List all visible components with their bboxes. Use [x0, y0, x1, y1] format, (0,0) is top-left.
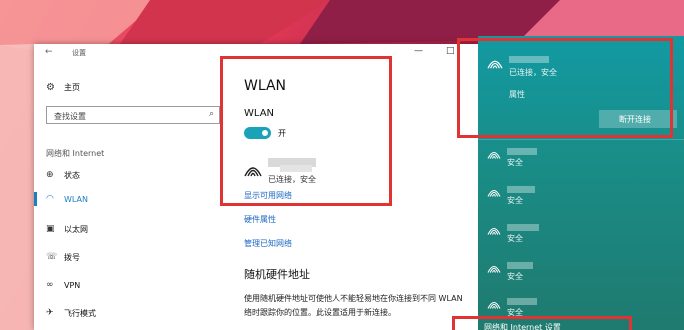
home-nav-item[interactable]: ⚙ 主页 — [46, 80, 80, 94]
sidebar-item-dialup[interactable]: ☏ 拨号 — [34, 246, 220, 268]
network-name-redacted — [507, 148, 537, 155]
manage-known-networks-link[interactable]: 管理已知网络 — [244, 238, 292, 249]
highlight-box-connected — [457, 38, 673, 138]
description-line: 使用随机硬件地址可使他人不能轻易地在你连接到不同 WLAN — [244, 294, 463, 303]
dialup-icon: ☏ — [46, 252, 58, 262]
divider — [478, 139, 684, 140]
wifi-signal-icon — [487, 265, 501, 273]
network-status: 安全 — [507, 272, 523, 281]
maximize-button[interactable]: □ — [446, 46, 455, 56]
back-arrow-icon[interactable]: ← — [45, 47, 53, 57]
sidebar-item-label: 状态 — [64, 170, 80, 180]
wifi-signal-icon — [487, 151, 501, 159]
selection-indicator — [34, 168, 37, 182]
hardware-properties-link[interactable]: 硬件属性 — [244, 214, 276, 225]
random-hw-address-heading: 随机硬件地址 — [244, 268, 310, 281]
sidebar-item-label: 以太网 — [64, 224, 88, 234]
selection-indicator — [34, 192, 37, 206]
network-status: 安全 — [507, 196, 523, 205]
selection-indicator — [34, 250, 37, 264]
section-label: 网络和 Internet — [46, 149, 105, 158]
sidebar-item-wlan[interactable]: ◠ WLAN — [34, 188, 220, 210]
network-name-redacted — [507, 224, 539, 231]
sidebar-item-status[interactable]: ⊕ 状态 — [34, 164, 220, 186]
wifi-signal-icon — [487, 189, 501, 197]
wifi-signal-icon — [487, 227, 501, 235]
description-line: 络时跟踪你的位置。此设置适用于新连接。 — [244, 308, 396, 317]
search-input[interactable]: 查找设置 ⌕ — [46, 106, 220, 124]
window-title: 设置 — [72, 49, 86, 57]
gear-icon: ⚙ — [46, 81, 55, 93]
network-status: 安全 — [507, 234, 523, 243]
sidebar-item-airplane[interactable]: ✈ 飞行模式 — [34, 302, 220, 324]
sidebar-item-label: VPN — [64, 280, 81, 290]
selection-indicator — [34, 306, 37, 320]
network-name-redacted — [507, 262, 533, 269]
highlight-box-wlan — [220, 56, 392, 206]
wifi-signal-icon — [487, 301, 501, 309]
minimize-button[interactable]: — — [414, 46, 423, 56]
sidebar-item-label: 飞行模式 — [64, 308, 96, 318]
settings-sidebar: ⚙ 主页 查找设置 ⌕ 网络和 Internet ⊕ 状态 ◠ WLAN ▣ 以… — [34, 62, 222, 330]
sidebar-item-label: 拨号 — [64, 252, 80, 262]
sidebar-item-vpn[interactable]: ∞ VPN — [34, 274, 220, 296]
sidebar-item-label: WLAN — [64, 194, 89, 204]
ethernet-icon: ▣ — [46, 224, 55, 234]
home-label: 主页 — [64, 82, 80, 92]
random-hw-address-description: 使用随机硬件地址可使他人不能轻易地在你连接到不同 WLAN 络时跟踪你的位置。此… — [244, 292, 480, 320]
search-icon[interactable]: ⌕ — [209, 109, 214, 119]
wifi-icon: ◠ — [46, 194, 54, 204]
network-name-redacted — [507, 298, 537, 305]
network-name-redacted — [507, 186, 535, 193]
sidebar-item-ethernet[interactable]: ▣ 以太网 — [34, 218, 220, 240]
selection-indicator — [34, 278, 37, 292]
network-status: 安全 — [507, 158, 523, 167]
airplane-icon: ✈ — [46, 308, 54, 318]
vpn-icon: ∞ — [46, 280, 54, 290]
search-placeholder: 查找设置 — [54, 112, 86, 121]
globe-icon: ⊕ — [46, 170, 54, 180]
selection-indicator — [34, 222, 37, 236]
highlight-box-settings — [452, 316, 632, 330]
